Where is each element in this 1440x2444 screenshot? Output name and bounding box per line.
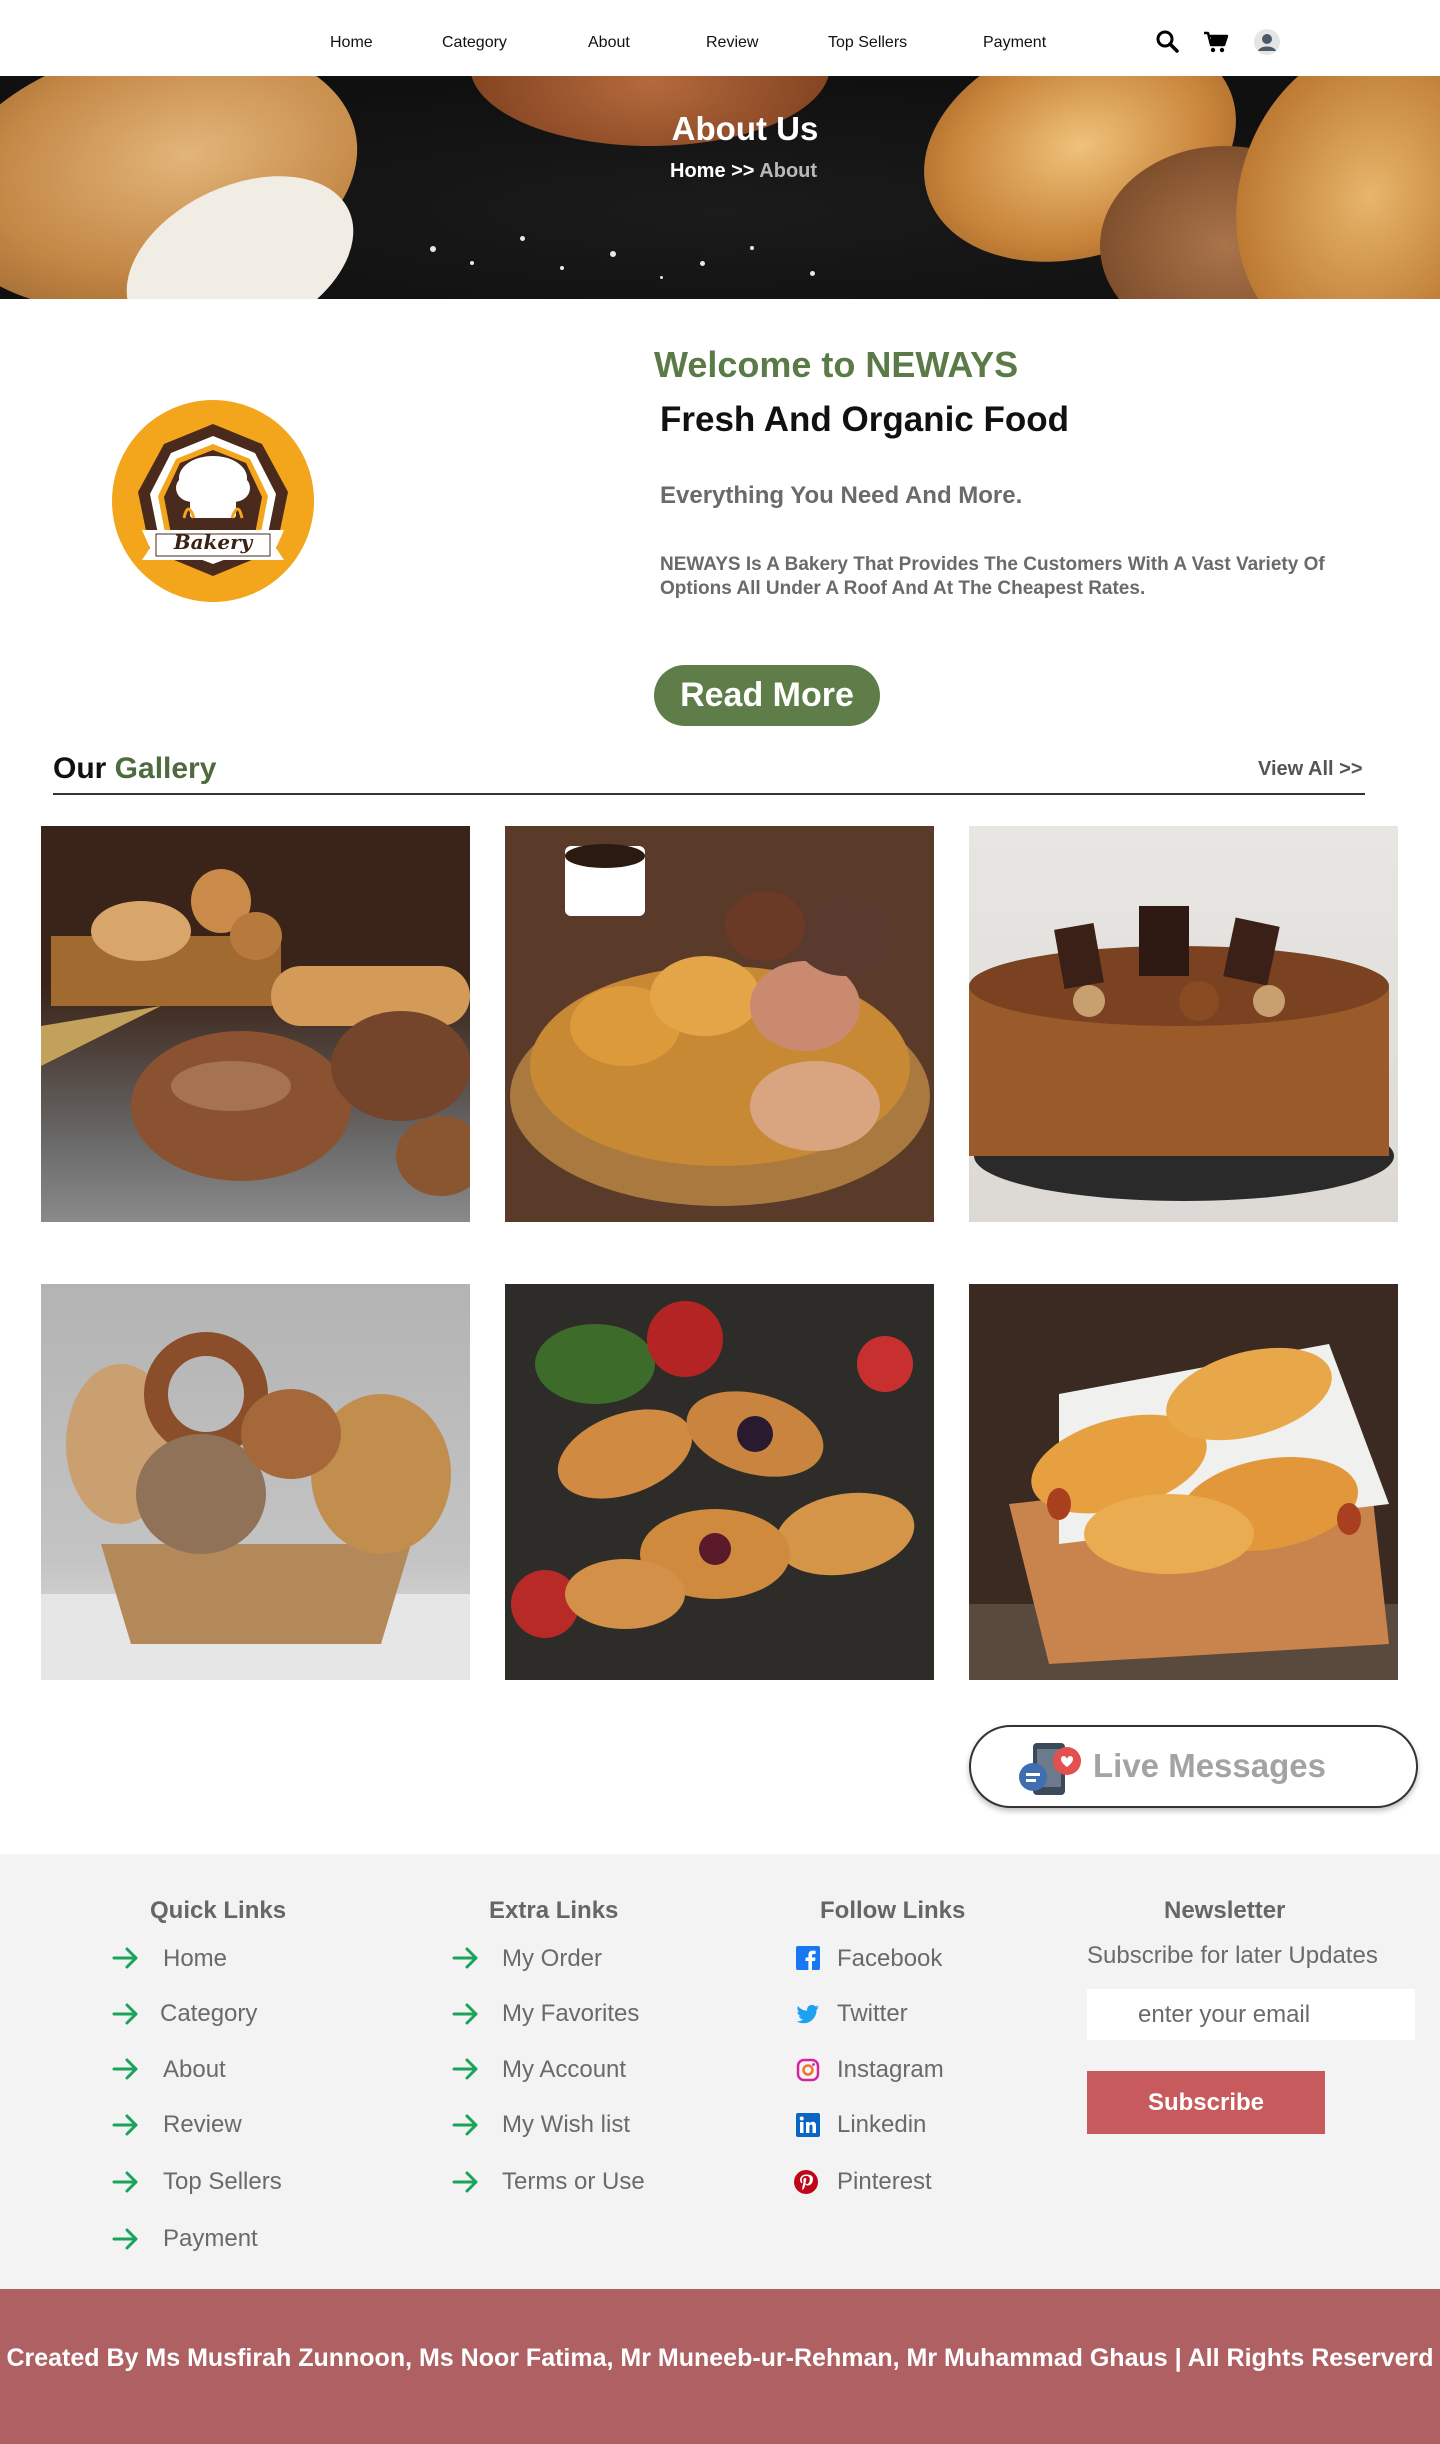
extra-link-label[interactable]: My Wish list bbox=[502, 2111, 630, 2139]
footer-follow-links-title: Follow Links bbox=[820, 1897, 966, 1924]
arrow-right-icon bbox=[112, 2114, 138, 2136]
quick-link-label[interactable]: Category bbox=[160, 2000, 257, 2028]
quick-link-label[interactable]: Top Sellers bbox=[163, 2168, 282, 2196]
gallery-title: Our Gallery bbox=[53, 752, 216, 786]
page-title: About Us bbox=[671, 110, 819, 147]
breadcrumb-current: About bbox=[759, 160, 818, 182]
top-navbar: Home Category About Review Top Sellers P… bbox=[0, 0, 1440, 76]
nav-payment[interactable]: Payment bbox=[983, 34, 1046, 52]
arrow-right-icon bbox=[452, 2003, 478, 2025]
arrow-right-icon bbox=[112, 2003, 138, 2025]
credit-text: Created By Ms Musfirah Zunnoon, Ms Noor … bbox=[6, 2344, 1434, 2372]
quick-link-label[interactable]: Home bbox=[163, 1945, 227, 1973]
read-more-button[interactable]: Read More bbox=[654, 665, 880, 726]
arrow-right-icon bbox=[452, 1947, 478, 1969]
live-messages-button[interactable]: Live Messages bbox=[969, 1725, 1418, 1808]
gallery-image-bagel-basket[interactable] bbox=[41, 1284, 470, 1680]
extra-link-label[interactable]: My Order bbox=[502, 1945, 602, 1973]
nav-top-sellers[interactable]: Top Sellers bbox=[828, 34, 907, 52]
gallery-image-croissants-fruit[interactable] bbox=[505, 1284, 934, 1680]
nav-home[interactable]: Home bbox=[330, 34, 373, 52]
breadcrumb-home[interactable]: Home >> bbox=[670, 160, 759, 182]
arrow-right-icon bbox=[112, 1947, 138, 1969]
extra-link-label[interactable]: Terms or Use bbox=[502, 2168, 645, 2196]
welcome-heading: Welcome to NEWAYS bbox=[654, 344, 1019, 385]
logo-text: Bakery bbox=[173, 530, 253, 554]
arrow-right-icon bbox=[452, 2171, 478, 2193]
search-icon[interactable] bbox=[1154, 28, 1182, 56]
gallery-title-b: Gallery bbox=[114, 752, 217, 785]
gallery-image-bread-basket[interactable] bbox=[41, 826, 470, 1222]
quick-link-label[interactable]: Review bbox=[163, 2111, 242, 2139]
arrow-right-icon bbox=[452, 2058, 478, 2080]
quick-link-label[interactable]: About bbox=[163, 2056, 226, 2084]
follow-link-label[interactable]: Pinterest bbox=[837, 2168, 932, 2196]
bakery-logo: Bakery bbox=[112, 400, 314, 602]
arrow-right-icon bbox=[112, 2228, 138, 2250]
live-messages-label: Live Messages bbox=[1093, 1747, 1326, 1784]
user-icon[interactable] bbox=[1253, 28, 1281, 56]
twitter-icon bbox=[796, 2004, 819, 2024]
about-description: NEWAYS Is A Bakery That Provides The Cus… bbox=[660, 554, 1325, 599]
view-all-link[interactable]: View All >> bbox=[1258, 758, 1363, 781]
linkedin-icon bbox=[796, 2113, 820, 2137]
gallery-image-sausage-rolls[interactable] bbox=[969, 1284, 1398, 1680]
gallery-image-chocolate-cake[interactable] bbox=[969, 826, 1398, 1222]
footer-newsletter-title: Newsletter bbox=[1164, 1897, 1286, 1924]
gallery-image-pastry-basket[interactable] bbox=[505, 826, 934, 1222]
nav-about[interactable]: About bbox=[588, 34, 630, 52]
follow-link-label[interactable]: Instagram bbox=[837, 2056, 944, 2084]
instagram-icon bbox=[796, 2058, 820, 2082]
follow-link-label[interactable]: Linkedin bbox=[837, 2111, 926, 2139]
cart-icon[interactable] bbox=[1202, 28, 1230, 56]
arrow-right-icon bbox=[452, 2114, 478, 2136]
follow-link-label[interactable]: Twitter bbox=[837, 2000, 908, 2028]
extra-link-label[interactable]: My Account bbox=[502, 2056, 626, 2084]
chat-icon bbox=[1019, 1743, 1081, 1795]
pinterest-icon bbox=[794, 2170, 818, 2194]
extra-link-label[interactable]: My Favorites bbox=[502, 2000, 639, 2028]
subscribe-button[interactable]: Subscribe bbox=[1087, 2071, 1325, 2134]
newsletter-email-input[interactable] bbox=[1087, 1989, 1415, 2040]
nav-review[interactable]: Review bbox=[706, 34, 758, 52]
gallery-divider bbox=[53, 793, 1365, 795]
gallery-title-a: Our bbox=[53, 752, 115, 785]
about-heading: Fresh And Organic Food bbox=[660, 400, 1069, 439]
arrow-right-icon bbox=[112, 2058, 138, 2080]
newsletter-subtitle: Subscribe for later Updates bbox=[1087, 1942, 1378, 1969]
facebook-icon bbox=[796, 1946, 820, 1970]
about-subheading: Everything You Need And More. bbox=[660, 482, 1023, 509]
footer-extra-links-title: Extra Links bbox=[489, 1897, 619, 1924]
breadcrumb: Home >> About bbox=[670, 160, 817, 183]
footer-quick-links-title: Quick Links bbox=[150, 1897, 287, 1924]
follow-link-label[interactable]: Facebook bbox=[837, 1945, 942, 1973]
quick-link-label[interactable]: Payment bbox=[163, 2225, 258, 2253]
nav-category[interactable]: Category bbox=[442, 34, 507, 52]
arrow-right-icon bbox=[112, 2171, 138, 2193]
